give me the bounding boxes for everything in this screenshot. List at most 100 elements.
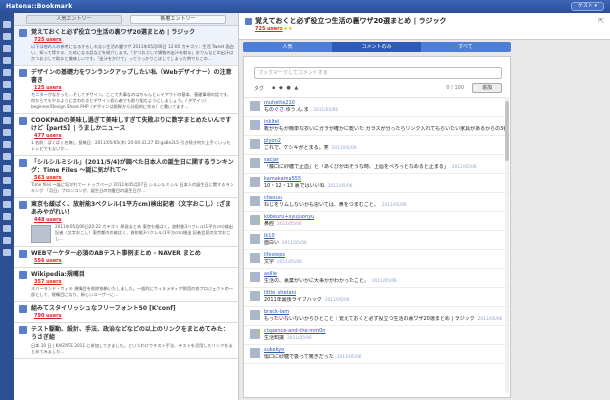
comment-user[interactable]: asille <box>264 271 506 278</box>
entry-item[interactable]: 覚えておくと必ず役立つ生活の裏ワザ20選まとめ | ラジック 725 users 以… <box>14 26 238 66</box>
rail-nav-icon[interactable] <box>3 201 11 208</box>
avatar[interactable] <box>250 329 260 339</box>
entry-title[interactable]: 「シルシルミシル」(2011/5/4)が調べた日本人の誕生日に関するランキング：… <box>31 159 234 175</box>
avatar[interactable] <box>250 158 260 168</box>
tab-all-comments[interactable]: すべて <box>421 42 510 52</box>
avatar[interactable] <box>250 253 260 263</box>
comment-date[interactable]: 2011/05/06 <box>328 184 353 189</box>
entry-users-count[interactable]: 725 users <box>34 37 62 43</box>
avatar[interactable] <box>250 215 260 225</box>
avatar[interactable] <box>250 348 260 358</box>
entry-title[interactable]: Wikipedia:規嘴目 <box>31 271 234 279</box>
entry-title[interactable]: COOKPADの美味し過ぎて美味しすぎて失敗ぶりに数字まとめたいんですけど【pa… <box>31 117 234 133</box>
detail-title[interactable]: 覚えておくと必ず役立つ生活の裏ワザ20選まとめ | ラジック <box>255 16 446 26</box>
scrollbar-thumb[interactable] <box>505 101 509 161</box>
rail-nav-icon[interactable] <box>3 129 11 136</box>
rail-nav-icon[interactable] <box>3 249 11 256</box>
entry-item[interactable]: 東京も緩ばく、放射能3ベクレル(1平方cm)検出記者（文字おこし）:ざまあみやが… <box>14 198 238 247</box>
comment-user[interactable]: little_shetani <box>264 290 506 297</box>
entry-users-count[interactable]: 448 users <box>34 217 62 223</box>
comment-user[interactable]: lk10 <box>264 233 506 240</box>
entry-title[interactable]: デザインの基礎力をワンランクアップしたい私（Webデザイナー）の注意書き <box>31 69 234 85</box>
rail-nav-icon[interactable] <box>3 21 11 28</box>
comment-user[interactable]: chesuu <box>264 195 506 202</box>
comment-date[interactable]: 2011/05/06 <box>277 260 302 265</box>
comment-user[interactable]: muhette210 <box>264 100 506 107</box>
rail-nav-icon[interactable] <box>3 237 11 244</box>
entry-item[interactable]: 組みてスタイリッシュなフリーフォント50 [K'conf] 790 users <box>14 302 238 323</box>
entry-users-count[interactable]: 357 users <box>34 279 62 285</box>
avatar[interactable] <box>250 120 260 130</box>
rail-nav-icon[interactable] <box>3 189 11 196</box>
comment-user[interactable]: sacjar <box>264 157 506 164</box>
entry-title[interactable]: 東京も緩ばく、放射能3ベクレル(1平方cm)検出記者（文字おこし）:ざまあみやが… <box>31 201 234 217</box>
avatar[interactable] <box>250 272 260 282</box>
comment-date[interactable]: 2011/05/06 <box>372 279 397 284</box>
tab-popular[interactable]: 人気エントリー <box>26 15 122 24</box>
rail-nav-icon[interactable] <box>3 33 11 40</box>
avatar[interactable] <box>250 177 260 187</box>
rail-nav-icon[interactable] <box>3 57 11 64</box>
rail-nav-icon[interactable] <box>3 213 11 220</box>
entry-item[interactable]: デザインの基礎力をワンランクアップしたい私（Webデザイナー）の注意書き 125 … <box>14 66 238 114</box>
entry-title[interactable]: WEBマーケター必須のABテスト事例まとめ - NAVER まとめ <box>31 250 234 258</box>
comment-date[interactable]: 2011/05/06 <box>332 146 357 151</box>
rail-nav-icon[interactable] <box>3 93 11 100</box>
comment-user[interactable]: inkltel <box>264 119 506 126</box>
entry-item[interactable]: 「シルシルミシル」(2011/5/4)が調べた日本人の誕生日に関するランキング：… <box>14 156 238 198</box>
avatar[interactable] <box>250 234 260 244</box>
comment-date[interactable]: 2011/05/06 <box>287 336 312 341</box>
rail-nav-icon[interactable] <box>3 117 11 124</box>
rail-nav-icon[interactable] <box>3 105 11 112</box>
add-button[interactable]: 追加 <box>472 83 502 93</box>
comment-input[interactable]: ブックマークしてコメントする <box>254 67 502 79</box>
app-brand[interactable]: Hatena::Bookmark <box>6 3 72 10</box>
entry-users-count[interactable]: 563 users <box>34 175 62 181</box>
comment-date[interactable]: 2011/05/06 <box>282 241 307 246</box>
entry-users-count[interactable]: 556 users <box>34 258 62 264</box>
tab-new[interactable]: 新着エントリー <box>130 15 226 24</box>
comment-date[interactable]: 2011/05/06 <box>452 165 477 170</box>
entry-title[interactable]: 覚えておくと必ず役立つ生活の裏ワザ20選まとめ | ラジック <box>31 29 234 37</box>
comment-user[interactable]: piyon2 <box>264 138 506 145</box>
rail-nav-icon[interactable] <box>3 69 11 76</box>
tab-popular-comments[interactable]: 人気 <box>243 42 332 52</box>
comment-user[interactable]: lifesteps <box>264 252 506 259</box>
comment-date[interactable]: 2011/05/06 <box>337 355 362 360</box>
entry-title[interactable]: 組みてスタイリッシュなフリーフォント50 [K'conf] <box>31 305 234 313</box>
rail-nav-icon[interactable] <box>3 45 11 52</box>
external-link-icon[interactable]: ⇱ <box>598 17 604 25</box>
entry-users-count[interactable]: 790 users <box>34 313 62 319</box>
comment-date[interactable]: 2011/05/06 <box>325 298 350 303</box>
comment-user[interactable]: sukekyo <box>264 347 506 354</box>
entry-item[interactable]: テスト駆動、設計、手法、政治などなどの以上のリンクをまとめてみた：うさぎ組 日本 … <box>14 323 238 359</box>
avatar[interactable] <box>250 196 260 206</box>
rail-nav-icon[interactable] <box>3 165 11 172</box>
tag-icons[interactable]: ▪ ◆ ● ▲ <box>272 85 299 91</box>
guest-menu-button[interactable]: ゲスト ▾ <box>570 2 604 11</box>
avatar[interactable] <box>250 310 260 320</box>
avatar[interactable] <box>250 101 260 111</box>
rail-nav-icon[interactable] <box>3 141 11 148</box>
rail-nav-icon[interactable] <box>3 153 11 160</box>
entry-users-count[interactable]: 125 users <box>34 85 62 91</box>
rail-nav-icon[interactable] <box>3 81 11 88</box>
avatar[interactable] <box>250 291 260 301</box>
entry-item[interactable]: Wikipedia:規嘴目 357 users ネバーランド・ウィキ 規嘴目を削除依… <box>14 268 238 302</box>
entry-item[interactable]: COOKPADの美味し過ぎて美味しすぎて失敗ぶりに数字まとめたいんですけど【pa… <box>14 114 238 156</box>
comment-user[interactable]: kobeuru+syujuonyu <box>264 214 506 221</box>
comment-date[interactable]: 2011/05/06 <box>277 222 302 227</box>
rail-nav-icon[interactable] <box>3 177 11 184</box>
comment-date[interactable]: 2011/05/06 <box>313 108 338 113</box>
comment-user[interactable]: kamakama555 <box>264 176 506 183</box>
comment-scrollbar[interactable] <box>505 97 509 393</box>
entry-title[interactable]: テスト駆動、設計、手法、政治などなどの以上のリンクをまとめてみた：うさぎ組 <box>31 326 234 342</box>
comment-date[interactable]: 2011/05/06 <box>382 203 407 208</box>
entry-users-count[interactable]: 477 users <box>34 133 62 139</box>
comment-user[interactable]: brack-lam <box>264 309 506 316</box>
tab-comments-only[interactable]: コメントのみ <box>332 42 421 52</box>
rail-nav-icon[interactable] <box>3 225 11 232</box>
avatar[interactable] <box>250 139 260 149</box>
comment-user[interactable]: cixpence-and-the-mm0n <box>264 328 506 335</box>
comment-date[interactable]: 2011/05/06 <box>478 317 503 322</box>
